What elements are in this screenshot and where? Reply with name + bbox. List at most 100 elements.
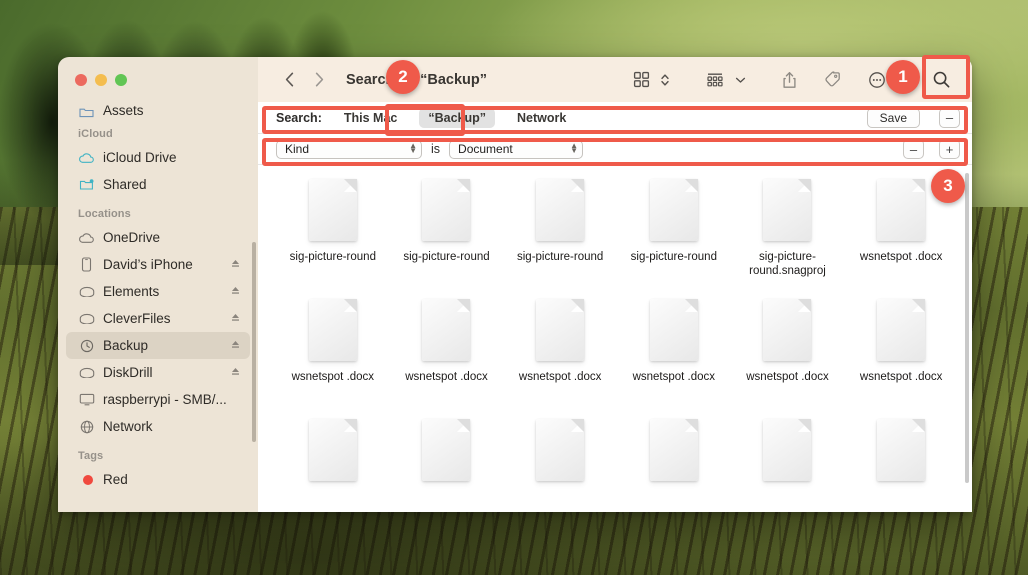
file-item[interactable]: wsnetspot .docx (390, 299, 504, 415)
criteria-operator: is (431, 142, 441, 156)
file-label: sig-picture-round.snagproj (749, 251, 826, 278)
file-area-scrollbar[interactable] (965, 173, 969, 483)
sidebar-item-label: DiskDrill (103, 365, 153, 380)
sidebar-item-cleverfiles[interactable]: CleverFiles (66, 305, 250, 332)
sidebar-item-elements[interactable]: Elements (66, 278, 250, 305)
document-icon (877, 299, 926, 361)
file-item[interactable]: wsnetspot .docx (731, 299, 845, 415)
document-icon (649, 299, 698, 361)
file-item[interactable]: wsnetspot .docx (503, 299, 617, 415)
eject-icon[interactable] (230, 338, 242, 353)
search-scope-this-mac[interactable]: This Mac (335, 108, 407, 128)
file-label: sig-picture-round (289, 251, 376, 263)
sidebar-item-assets[interactable]: Assets (66, 102, 250, 118)
search-scope-network[interactable]: Network (508, 108, 575, 128)
file-label: wsnetspot .docx (859, 251, 943, 263)
remove-search-button[interactable]: – (939, 107, 960, 128)
finder-sidebar[interactable]: Assets iCloud iCloud Drive Shared Locati… (58, 57, 258, 512)
criteria-value-select[interactable]: Document ▲ ▼ (449, 139, 584, 159)
tag-button[interactable] (821, 67, 844, 93)
document-icon (308, 419, 357, 481)
sidebar-item-shared[interactable]: Shared (66, 171, 250, 198)
file-results-area: sig-picture-round sig-picture-round sig-… (258, 165, 972, 512)
eject-icon[interactable] (230, 284, 242, 299)
file-item[interactable]: sig-picture-round (276, 179, 390, 295)
sidebar-item-diskdrill[interactable]: DiskDrill (66, 359, 250, 386)
file-item[interactable]: sig-picture-round (617, 179, 731, 295)
document-icon (536, 179, 585, 241)
file-item[interactable]: sig-picture-round.snagproj (731, 179, 845, 295)
file-item[interactable]: sig-picture-round (390, 179, 504, 295)
time-machine-icon (78, 339, 95, 353)
remove-criteria-button[interactable]: – (903, 139, 924, 159)
document-icon (763, 179, 812, 241)
sidebar-item-backup[interactable]: Backup (66, 332, 250, 359)
sidebar-item-network[interactable]: Network (66, 413, 250, 440)
view-mode-button[interactable] (630, 67, 653, 93)
file-label: sig-picture-round (630, 251, 717, 263)
finder-window: Assets iCloud iCloud Drive Shared Locati… (58, 57, 972, 512)
shared-folder-icon (78, 178, 95, 191)
eject-icon[interactable] (230, 311, 242, 326)
annotation-badge-2: 2 (386, 60, 420, 94)
minimize-button[interactable] (95, 73, 107, 86)
file-label: wsnetspot .docx (405, 371, 488, 383)
sidebar-item-label: Network (103, 419, 153, 434)
document-icon (422, 419, 471, 481)
document-icon (308, 299, 357, 361)
annotation-badge-1: 1 (886, 60, 920, 94)
sidebar-item-davids-iphone[interactable]: David’s iPhone (66, 251, 250, 278)
sidebar-item-label: Assets (103, 103, 144, 118)
file-item[interactable] (617, 419, 731, 512)
file-item[interactable] (731, 419, 845, 512)
external-drive-icon (78, 367, 95, 378)
document-icon (536, 299, 585, 361)
criteria-row: Kind ▲ ▼ is Document ▲ ▼ – + (258, 134, 972, 165)
sidebar-item-icloud-drive[interactable]: iCloud Drive (66, 144, 250, 171)
document-icon (877, 179, 926, 241)
criteria-value-text: Document (458, 142, 513, 156)
file-item[interactable]: sig-picture-round (503, 179, 617, 295)
back-button[interactable] (276, 67, 302, 93)
group-by-chevron-down-icon[interactable] (732, 67, 749, 93)
sidebar-item-label: iCloud Drive (103, 150, 177, 165)
search-toolbar-button[interactable] (922, 65, 960, 95)
search-scope-backup[interactable]: “Backup” (419, 107, 496, 128)
file-item[interactable] (276, 419, 390, 512)
file-item[interactable]: wsnetspot .docx (617, 299, 731, 415)
sidebar-item-label: David’s iPhone (103, 257, 193, 272)
sidebar-scrollbar[interactable] (252, 242, 256, 442)
forward-button[interactable] (306, 67, 332, 93)
add-criteria-button[interactable]: + (939, 139, 960, 159)
cloud-icon (78, 232, 95, 244)
sidebar-item-label: Backup (103, 338, 149, 353)
file-item[interactable]: wsnetspot .docx (844, 299, 958, 415)
share-button[interactable] (779, 67, 800, 93)
sidebar-item-red-tag[interactable]: Red (66, 466, 250, 493)
close-button[interactable] (75, 73, 87, 86)
file-item[interactable] (844, 419, 958, 512)
criteria-attribute-value: Kind (285, 142, 310, 156)
sidebar-group-icloud: iCloud (78, 128, 113, 140)
save-search-button[interactable]: Save (866, 107, 920, 128)
file-item[interactable] (503, 419, 617, 512)
eject-icon[interactable] (230, 365, 242, 380)
file-item[interactable] (390, 419, 504, 512)
sidebar-item-onedrive[interactable]: OneDrive (66, 224, 250, 251)
sidebar-item-raspberrypi[interactable]: raspberrypi - SMB/... (66, 386, 250, 413)
annotation-badge-3: 3 (931, 169, 965, 203)
document-icon (649, 179, 698, 241)
file-item[interactable]: wsnetspot .docx (276, 299, 390, 415)
iphone-icon (78, 257, 95, 272)
criteria-attribute-select[interactable]: Kind ▲ ▼ (276, 139, 422, 159)
globe-icon (78, 420, 95, 434)
window-traffic-lights (58, 57, 258, 102)
document-icon (422, 299, 471, 361)
group-by-button[interactable] (703, 67, 727, 93)
sidebar-item-label: Red (103, 472, 128, 487)
sidebar-item-label: raspberrypi - SMB/... (103, 392, 227, 407)
zoom-button[interactable] (115, 73, 127, 86)
chevron-updown-icon: ▲ ▼ (409, 141, 417, 155)
view-sort-chevron-updown-icon[interactable] (657, 67, 673, 93)
eject-icon[interactable] (230, 257, 242, 272)
